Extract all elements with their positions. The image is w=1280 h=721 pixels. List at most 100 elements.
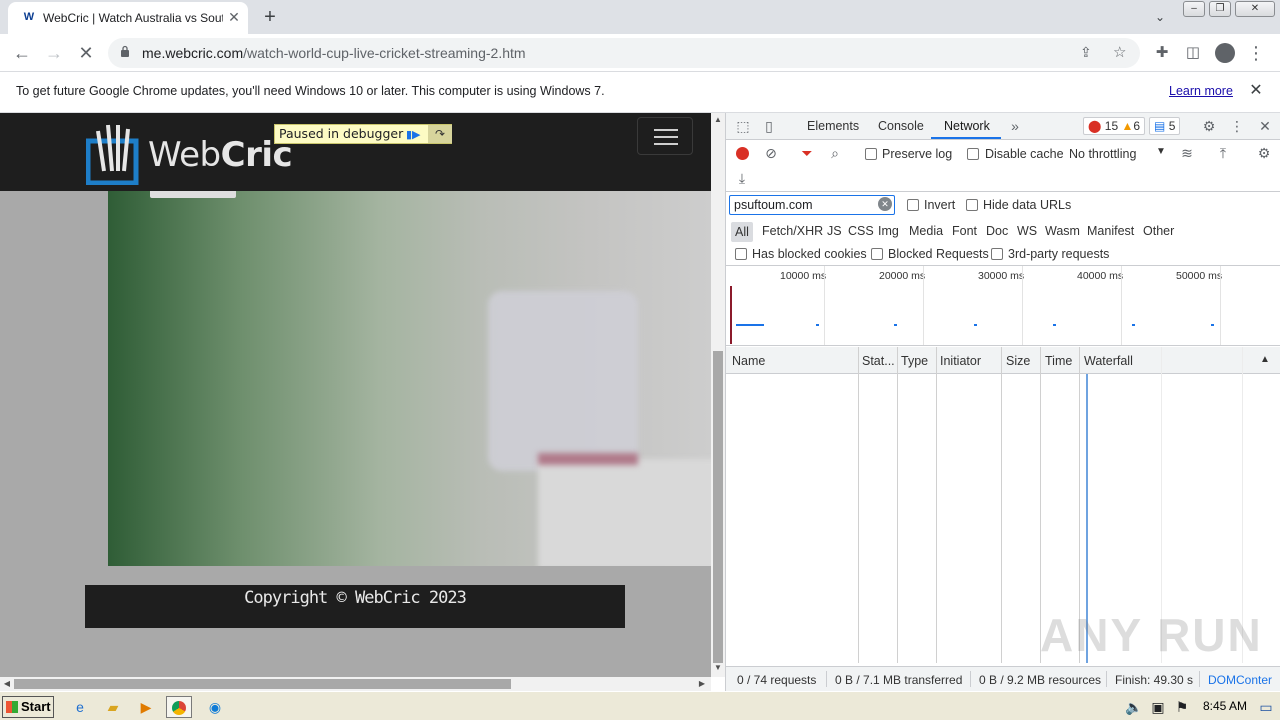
search-icon[interactable]: ⌕ xyxy=(826,144,844,162)
browser-tab[interactable]: W WebCric | Watch Australia vs South ✕ xyxy=(8,2,248,34)
tab-close-icon[interactable]: ✕ xyxy=(226,9,242,25)
side-panel-icon[interactable]: ◫ xyxy=(1180,40,1206,66)
tab-console[interactable]: Console xyxy=(878,119,924,133)
column-type[interactable]: Type xyxy=(901,354,928,368)
sort-ascending-icon[interactable]: ▲ xyxy=(1260,354,1270,365)
type-filter-fetch-xhr[interactable]: Fetch/XHR xyxy=(762,224,823,238)
webcric-logo[interactable]: WebCric xyxy=(86,121,293,185)
taskbar-clock[interactable]: 8:45 AM xyxy=(1203,699,1247,713)
devtools-close-icon[interactable]: ✕ xyxy=(1256,117,1274,135)
blocked-requests-checkbox[interactable] xyxy=(871,248,883,260)
column-status[interactable]: Stat... xyxy=(862,354,895,368)
scroll-right-icon[interactable]: ▶ xyxy=(695,677,709,691)
third-party-label: 3rd-party requests xyxy=(1008,247,1110,261)
type-filter-wasm[interactable]: Wasm xyxy=(1045,224,1080,238)
learn-more-link[interactable]: Learn more xyxy=(1169,84,1233,98)
network-overview-timeline[interactable]: 10000 ms 20000 ms 30000 ms 40000 ms 5000… xyxy=(726,266,1280,346)
chrome-taskbar-icon[interactable] xyxy=(166,696,192,718)
tab-network[interactable]: Network xyxy=(944,119,990,133)
record-icon[interactable] xyxy=(736,147,749,160)
invert-checkbox[interactable] xyxy=(907,199,919,211)
scrollbar-thumb[interactable] xyxy=(713,351,723,663)
preserve-log-checkbox[interactable] xyxy=(865,148,877,160)
extensions-puzzle-icon[interactable]: ✚ xyxy=(1149,40,1175,66)
scroll-left-icon[interactable]: ◀ xyxy=(0,677,14,691)
show-desktop-icon[interactable]: ▭ xyxy=(1256,696,1276,718)
column-time[interactable]: Time xyxy=(1045,354,1072,368)
issues-badge[interactable]: ⬤ 15 ▲6 xyxy=(1083,117,1146,135)
share-icon[interactable]: ⇪ xyxy=(1080,44,1092,61)
network-tray-icon[interactable]: ▣ xyxy=(1148,696,1168,718)
forward-arrow-icon[interactable]: → xyxy=(41,40,67,66)
close-window-button[interactable]: ✕ xyxy=(1235,1,1275,17)
edge-icon[interactable]: ◉ xyxy=(202,696,228,718)
chrome-menu-icon[interactable]: ⋮ xyxy=(1243,40,1269,66)
page-horizontal-scrollbar[interactable]: ◀ ▶ xyxy=(0,677,711,691)
export-har-icon[interactable]: ⤓ xyxy=(733,169,751,187)
hide-data-urls-checkbox[interactable] xyxy=(966,199,978,211)
type-filter-other[interactable]: Other xyxy=(1143,224,1174,238)
network-settings-icon[interactable]: ⚙ xyxy=(1255,144,1273,162)
minimize-button[interactable]: – xyxy=(1183,1,1205,17)
filter-input[interactable]: psuftoum.com ✕ xyxy=(729,195,895,215)
profile-avatar-icon[interactable] xyxy=(1212,40,1238,66)
restore-button[interactable]: ❐ xyxy=(1209,1,1231,17)
tab-elements[interactable]: Elements xyxy=(807,119,859,133)
column-waterfall[interactable]: Waterfall xyxy=(1084,354,1133,368)
message-icon: ▤ xyxy=(1154,119,1166,133)
step-over-icon[interactable]: ↷ xyxy=(428,125,452,143)
new-tab-button[interactable]: + xyxy=(258,5,282,29)
paused-label: Paused in debugger xyxy=(279,126,404,141)
type-filter-css[interactable]: CSS xyxy=(848,224,874,238)
third-party-checkbox[interactable] xyxy=(991,248,1003,260)
type-filter-img[interactable]: Img xyxy=(878,224,899,238)
messages-badge[interactable]: ▤ 5 xyxy=(1149,117,1181,135)
filter-funnel-icon[interactable]: ⏷ xyxy=(798,144,816,162)
video-overlay-tag xyxy=(150,191,236,198)
type-filter-all[interactable]: All xyxy=(731,222,753,242)
column-size[interactable]: Size xyxy=(1006,354,1030,368)
devtools-menu-icon[interactable]: ⋮ xyxy=(1228,117,1246,135)
clear-filter-icon[interactable]: ✕ xyxy=(878,197,892,211)
back-arrow-icon[interactable]: ← xyxy=(9,40,35,66)
internet-explorer-icon[interactable]: e xyxy=(67,696,93,718)
start-button[interactable]: Start xyxy=(2,696,54,718)
import-har-icon[interactable]: ⤒ xyxy=(1214,144,1232,162)
more-tabs-chevron-icon[interactable]: » xyxy=(1006,117,1024,135)
hamburger-menu-button[interactable] xyxy=(637,117,693,155)
type-filter-media[interactable]: Media xyxy=(909,224,943,238)
type-filter-manifest[interactable]: Manifest xyxy=(1087,224,1134,238)
infobar-close-icon[interactable]: ✕ xyxy=(1246,81,1266,101)
favicon-icon: W xyxy=(23,11,35,23)
type-filter-doc[interactable]: Doc xyxy=(986,224,1008,238)
type-filter-font[interactable]: Font xyxy=(952,224,977,238)
action-center-flag-icon[interactable]: ⚑ xyxy=(1172,696,1192,718)
settings-gear-icon[interactable]: ⚙ xyxy=(1200,117,1218,135)
has-blocked-cookies-checkbox[interactable] xyxy=(735,248,747,260)
file-explorer-icon[interactable]: ▰ xyxy=(100,696,126,718)
scrollbar-thumb[interactable] xyxy=(14,679,511,689)
clear-icon[interactable]: ⊘ xyxy=(762,144,780,162)
throttling-select[interactable]: No throttling xyxy=(1069,147,1136,161)
page-vertical-scrollbar[interactable]: ▲ ▼ xyxy=(711,113,725,677)
media-player-icon[interactable]: ▶ xyxy=(133,696,159,718)
resume-script-icon[interactable]: ▮▶ xyxy=(406,127,424,143)
bookmark-star-icon[interactable]: ☆ xyxy=(1113,43,1126,61)
inspect-element-icon[interactable]: ⬚ xyxy=(734,117,752,135)
video-player[interactable] xyxy=(108,191,711,566)
type-filter-js[interactable]: JS xyxy=(827,224,842,238)
scroll-up-icon[interactable]: ▲ xyxy=(711,113,725,127)
tab-search-chevron-icon[interactable]: ⌄ xyxy=(1150,7,1170,27)
device-toolbar-icon[interactable]: ▯ xyxy=(760,117,778,135)
throttling-dropdown-icon[interactable]: ▼ xyxy=(1156,146,1166,157)
address-bar[interactable]: me.webcric.com/watch-world-cup-live-cric… xyxy=(108,38,1140,68)
volume-icon[interactable]: 🔈 xyxy=(1124,696,1144,718)
column-initiator[interactable]: Initiator xyxy=(940,354,981,368)
scroll-down-icon[interactable]: ▼ xyxy=(711,661,725,675)
network-conditions-icon[interactable]: ≋ xyxy=(1178,144,1196,162)
type-filter-ws[interactable]: WS xyxy=(1017,224,1037,238)
status-domcontentloaded: DOMConter xyxy=(1208,673,1273,687)
disable-cache-checkbox[interactable] xyxy=(967,148,979,160)
stop-loading-icon[interactable]: ✕ xyxy=(73,40,99,66)
column-name[interactable]: Name xyxy=(732,354,765,368)
